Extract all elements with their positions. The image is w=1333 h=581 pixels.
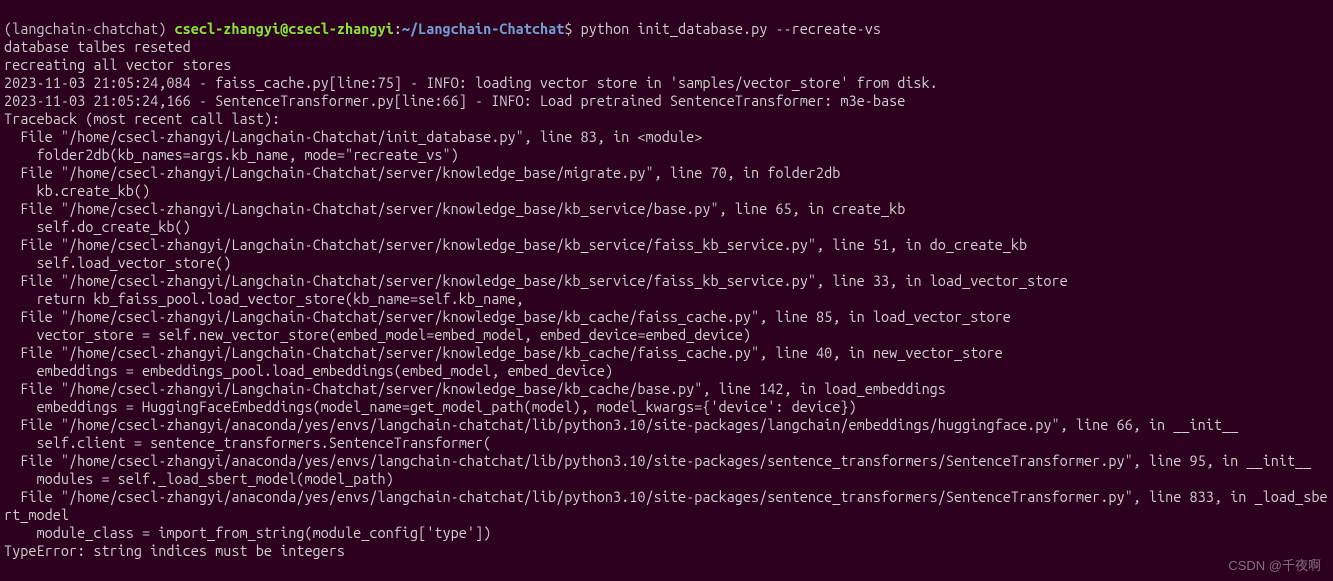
output-line: recreating all vector stores — [4, 56, 231, 73]
traceback-code: self.load_vector_store() — [4, 254, 231, 271]
traceback-code: return kb_faiss_pool.load_vector_store(k… — [4, 290, 524, 307]
traceback-file: File "/home/csecl-zhangyi/Langchain-Chat… — [4, 236, 1027, 253]
traceback-code: vector_store = self.new_vector_store(emb… — [4, 326, 751, 343]
traceback-file: File "/home/csecl-zhangyi/Langchain-Chat… — [4, 344, 1003, 361]
prompt-sep1: : — [394, 20, 402, 37]
traceback-code: embeddings = embeddings_pool.load_embedd… — [4, 362, 613, 379]
traceback-file: File "/home/csecl-zhangyi/anaconda/yes/e… — [4, 488, 1328, 523]
traceback-file: File "/home/csecl-zhangyi/anaconda/yes/e… — [4, 452, 1311, 469]
traceback-header: Traceback (most recent call last): — [4, 110, 280, 127]
traceback-code: kb.create_kb() — [4, 182, 150, 199]
command-text: python init_database.py --recreate-vs — [581, 20, 881, 37]
traceback-file: File "/home/csecl-zhangyi/Langchain-Chat… — [4, 200, 905, 217]
traceback-code: folder2db(kb_names=args.kb_name, mode="r… — [4, 146, 459, 163]
traceback-code: modules = self._load_sbert_model(model_p… — [4, 470, 394, 487]
prompt-env: (langchain-chatchat) — [4, 20, 175, 37]
output-line: 2023-11-03 21:05:24,166 - SentenceTransf… — [4, 92, 905, 109]
traceback-file: File "/home/csecl-zhangyi/Langchain-Chat… — [4, 380, 946, 397]
prompt-user-host: csecl-zhangyi@csecl-zhangyi — [175, 20, 394, 37]
traceback-code: self.client = sentence_transformers.Sent… — [4, 434, 491, 451]
traceback-file: File "/home/csecl-zhangyi/Langchain-Chat… — [4, 272, 1068, 289]
traceback-file: File "/home/csecl-zhangyi/Langchain-Chat… — [4, 164, 840, 181]
output-line: database talbes reseted — [4, 38, 191, 55]
prompt-dollar: $ — [564, 20, 580, 37]
terminal[interactable]: (langchain-chatchat) csecl-zhangyi@csecl… — [0, 0, 1333, 562]
output-line: 2023-11-03 21:05:24,084 - faiss_cache.py… — [4, 74, 938, 91]
traceback-file: File "/home/csecl-zhangyi/anaconda/yes/e… — [4, 416, 1238, 433]
watermark: CSDN @千夜啊 — [1228, 557, 1321, 575]
prompt-path: ~/Langchain-Chatchat — [402, 20, 564, 37]
traceback-code: embeddings = HuggingFaceEmbeddings(model… — [4, 398, 857, 415]
traceback-file: File "/home/csecl-zhangyi/Langchain-Chat… — [4, 308, 1011, 325]
traceback-code: module_class = import_from_string(module… — [4, 524, 491, 541]
traceback-file: File "/home/csecl-zhangyi/Langchain-Chat… — [4, 128, 702, 145]
traceback-code: self.do_create_kb() — [4, 218, 191, 235]
error-line: TypeError: string indices must be intege… — [4, 542, 345, 559]
